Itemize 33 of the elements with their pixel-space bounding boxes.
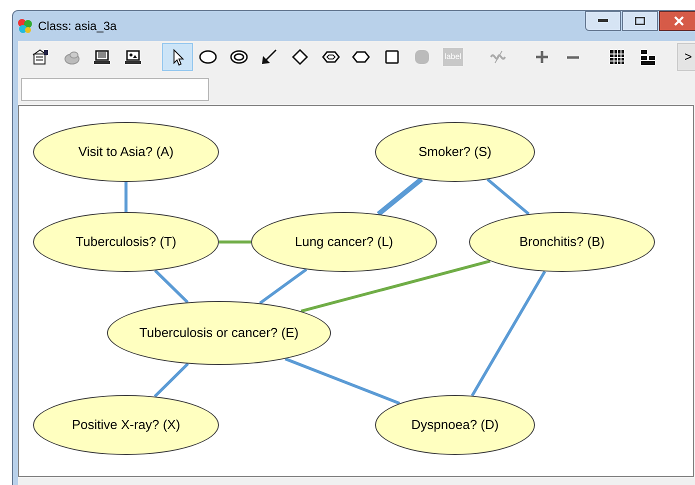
node-ellipse[interactable]: Tuberculosis? (T): [33, 212, 219, 272]
node-ellipse[interactable]: Tuberculosis or cancer? (E): [107, 301, 331, 365]
tree-icon: [638, 48, 657, 66]
minimize-button[interactable]: [585, 11, 621, 31]
arrow-icon: [260, 48, 278, 66]
toolbar-button[interactable]: [162, 43, 193, 71]
maximize-button[interactable]: [622, 11, 658, 31]
plus-icon: [535, 50, 550, 64]
wave-icon: [488, 48, 507, 66]
laptop-icon: [93, 48, 112, 66]
diamond-icon: [291, 48, 310, 66]
square-icon: [382, 48, 401, 66]
close-button[interactable]: [659, 11, 695, 31]
node-ellipse[interactable]: Dyspnoea? (D): [375, 395, 535, 455]
app-icon: [17, 18, 33, 34]
maximize-icon: [635, 17, 645, 25]
minus-icon: [566, 56, 580, 58]
input-field[interactable]: [21, 78, 209, 100]
minimize-icon: [598, 19, 608, 23]
node-ellipse[interactable]: Smoker? (S): [375, 122, 535, 182]
node-ellipse[interactable]: Positive X-ray? (X): [33, 395, 219, 455]
rounded-square-icon: [413, 48, 432, 66]
close-icon: [674, 16, 684, 26]
ellipse-icon: [199, 48, 218, 66]
node-ellipse[interactable]: Visit to Asia? (A): [33, 122, 219, 182]
window-title: Class: asia_3a: [38, 18, 117, 35]
node-ellipse[interactable]: Bronchitis? (B): [469, 212, 655, 272]
double-ellipse-icon: [230, 48, 248, 66]
laptop-icon: [124, 48, 142, 66]
more-button[interactable]: >: [677, 43, 695, 71]
table-icon: [608, 48, 626, 66]
node-ellipse[interactable]: Lung cancer? (L): [251, 212, 437, 272]
properties-icon: [32, 48, 50, 66]
